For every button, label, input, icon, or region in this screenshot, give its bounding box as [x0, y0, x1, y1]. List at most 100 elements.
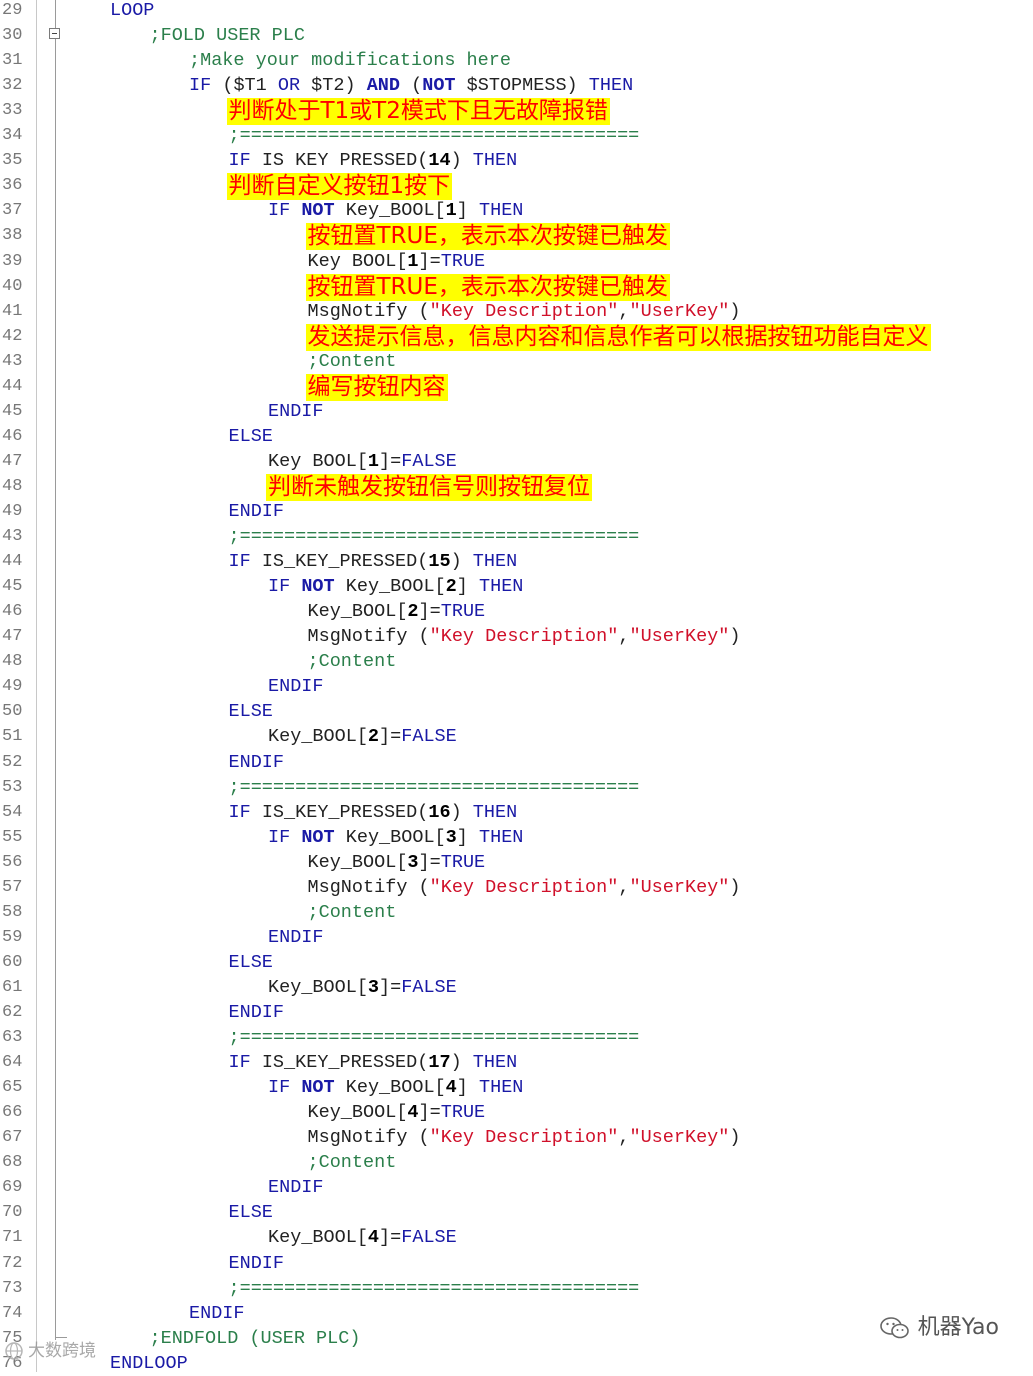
annotation-row[interactable]: 33 判断处于T1或T2模式下且无故障报错 — [0, 98, 1033, 126]
code-token: 4 — [407, 1102, 419, 1124]
line-number: 57 — [2, 877, 23, 897]
code-text: Key_BOOL[4]=TRUE — [308, 1100, 486, 1125]
code-line[interactable]: 48 ;Content — [0, 649, 1033, 674]
code-token: FALSE — [401, 976, 457, 998]
code-line[interactable]: 37 IF NOT Key_BOOL[1] THEN — [0, 198, 1033, 223]
annotation-row[interactable]: 42 发送提示信息，信息内容和信息作者可以根据按钮功能自定义 — [0, 323, 1033, 351]
code-line[interactable]: 45 ENDIF — [0, 399, 1033, 424]
code-line[interactable]: 61 Key_BOOL[3]=FALSE — [0, 975, 1033, 1000]
annotation-row[interactable]: 44 编写按钮内容 — [0, 373, 1033, 401]
code-line[interactable]: 65 IF NOT Key_BOOL[4] THEN — [0, 1075, 1033, 1100]
code-editor[interactable]: 29 LOOP 30 ;FOLD USER PLC 31 ;Make your modif… — [0, 0, 1033, 1374]
code-token: ]= — [418, 1102, 441, 1124]
code-token: ENDIF — [228, 1252, 285, 1274]
code-line[interactable]: 35 IF IS KEY PRESSED(14) THEN — [0, 148, 1033, 173]
line-number: 38 — [2, 226, 23, 246]
code-line[interactable]: 52 ENDIF — [0, 750, 1033, 775]
code-token: ]= — [379, 976, 402, 998]
code-line[interactable]: 34 ;==================================== — [0, 123, 1033, 148]
code-token: ) — [450, 1052, 462, 1074]
code-text: IF NOT Key_BOOL[3] THEN — [268, 825, 523, 850]
line-number: 73 — [2, 1278, 23, 1298]
code-line[interactable]: 56 Key_BOOL[3]=TRUE — [0, 850, 1033, 875]
code-line[interactable]: 67 MsgNotify ("Key Description","UserKey"… — [0, 1125, 1033, 1150]
code-line[interactable]: 70 ELSE — [0, 1200, 1033, 1225]
code-line[interactable]: 71 Key_BOOL[4]=FALSE — [0, 1225, 1033, 1250]
code-line[interactable]: 29 LOOP — [0, 0, 1033, 23]
code-token: IF — [228, 801, 251, 823]
code-token: ;Content — [307, 901, 397, 923]
code-token: 3 — [367, 976, 380, 998]
line-number: 46 — [2, 426, 23, 446]
code-text: MsgNotify ("Key Description","UserKey") — [308, 299, 741, 324]
code-line[interactable]: 45 IF NOT Key_BOOL[2] THEN — [0, 574, 1033, 599]
code-line[interactable]: 63 ;==================================== — [0, 1025, 1033, 1050]
line-number: 74 — [2, 1303, 23, 1323]
code-line[interactable]: 62 ENDIF — [0, 1000, 1033, 1025]
line-number: 32 — [2, 76, 23, 96]
annotation-row[interactable]: 48 判断未触发按钮信号则按钮复位 — [0, 473, 1033, 501]
code-line[interactable]: 64 IF IS_KEY_PRESSED(17) THEN — [0, 1050, 1033, 1075]
code-token: "Key Description" — [429, 876, 619, 898]
code-line[interactable]: 30 ;FOLD USER PLC — [0, 23, 1033, 48]
code-token: 16 — [428, 801, 451, 823]
code-line[interactable]: 46 Key_BOOL[2]=TRUE — [0, 599, 1033, 624]
code-token: IF — [268, 200, 291, 222]
code-line[interactable]: 32 IF ($T1 OR $T2) AND (NOT $STOPMESS) TH… — [0, 73, 1033, 98]
code-token: Key_BOOL[ — [334, 200, 446, 222]
code-line[interactable]: 47 MsgNotify ("Key Description","UserKey"… — [0, 624, 1033, 649]
code-text: IF NOT Key_BOOL[2] THEN — [268, 574, 523, 599]
code-line[interactable]: 58 ;Content — [0, 900, 1033, 925]
code-token: 15 — [428, 551, 451, 573]
line-number: 30 — [2, 26, 23, 46]
code-line[interactable]: 69 ENDIF — [0, 1175, 1033, 1200]
annotation-row[interactable]: 40 按钮置TRUE，表示本次按键已触发 — [0, 273, 1033, 301]
line-number: 65 — [2, 1078, 23, 1098]
code-line[interactable]: 43 ;Content — [0, 349, 1033, 374]
code-line[interactable]: 47 Key BOOL[1]=FALSE — [0, 449, 1033, 474]
code-text: ENDIF — [229, 1251, 285, 1276]
code-line[interactable]: 73 ;==================================== — [0, 1276, 1033, 1301]
code-token: ENDIF — [189, 1302, 245, 1324]
code-line[interactable]: 74 ENDIF — [0, 1301, 1033, 1326]
code-text: ELSE — [229, 424, 273, 449]
annotation-row[interactable]: 36 判断自定义按钮1按下 — [0, 173, 1033, 201]
code-line[interactable]: 41 MsgNotify ("Key Description","UserKey"… — [0, 299, 1033, 324]
line-number: 63 — [2, 1028, 23, 1048]
code-line[interactable]: 72 ENDIF — [0, 1251, 1033, 1276]
code-line[interactable]: 49 ENDIF — [0, 674, 1033, 699]
code-token: ENDLOOP — [110, 1352, 188, 1374]
code-token: ) — [729, 626, 741, 648]
code-line[interactable]: 68 ;Content — [0, 1150, 1033, 1175]
code-line[interactable]: 53 ;==================================== — [0, 775, 1033, 800]
code-token: ]= — [379, 726, 402, 748]
line-number: 49 — [2, 502, 23, 521]
line-number: 50 — [2, 702, 23, 722]
code-line[interactable]: 46 ELSE — [0, 424, 1033, 449]
code-token: "Key Description" — [429, 626, 619, 648]
code-line[interactable]: 60 ELSE — [0, 950, 1033, 975]
line-number: 55 — [2, 827, 23, 847]
code-token: IF — [228, 1052, 251, 1074]
code-line[interactable]: 43 ;==================================== — [0, 524, 1033, 549]
code-token: MsgNotify ( — [307, 300, 430, 322]
code-line[interactable]: 50 ELSE — [0, 699, 1033, 724]
code-line[interactable]: 66 Key_BOOL[4]=TRUE — [0, 1100, 1033, 1125]
code-line[interactable]: 31 ;Make your modifications here — [0, 48, 1033, 73]
code-text: ENDIF — [268, 925, 324, 950]
code-line[interactable]: 54 IF IS_KEY_PRESSED(16) THEN — [0, 800, 1033, 825]
code-token: FALSE — [401, 1227, 457, 1249]
line-number: 48 — [2, 476, 23, 496]
code-text: MsgNotify ("Key Description","UserKey") — [308, 624, 741, 649]
code-line[interactable]: 57 MsgNotify ("Key Description","UserKey"… — [0, 875, 1033, 900]
annotation-row[interactable]: 38 按钮置TRUE，表示本次按键已触发 — [0, 223, 1033, 251]
code-line[interactable]: 51 Key_BOOL[2]=FALSE — [0, 724, 1033, 749]
code-line[interactable]: 44 IF IS_KEY_PRESSED(15) THEN — [0, 549, 1033, 574]
code-line[interactable]: 39 Key BOOL[1]=TRUE — [0, 249, 1033, 274]
code-line[interactable]: 59 ENDIF — [0, 925, 1033, 950]
code-line[interactable]: 75 ;ENDFOLD (USER PLC) — [0, 1326, 1033, 1351]
code-line[interactable]: 55 IF NOT Key_BOOL[3] THEN — [0, 825, 1033, 850]
line-number: 67 — [2, 1128, 23, 1148]
code-token: "Key Description" — [429, 300, 619, 322]
code-line[interactable]: 49 ENDIF — [0, 499, 1033, 524]
